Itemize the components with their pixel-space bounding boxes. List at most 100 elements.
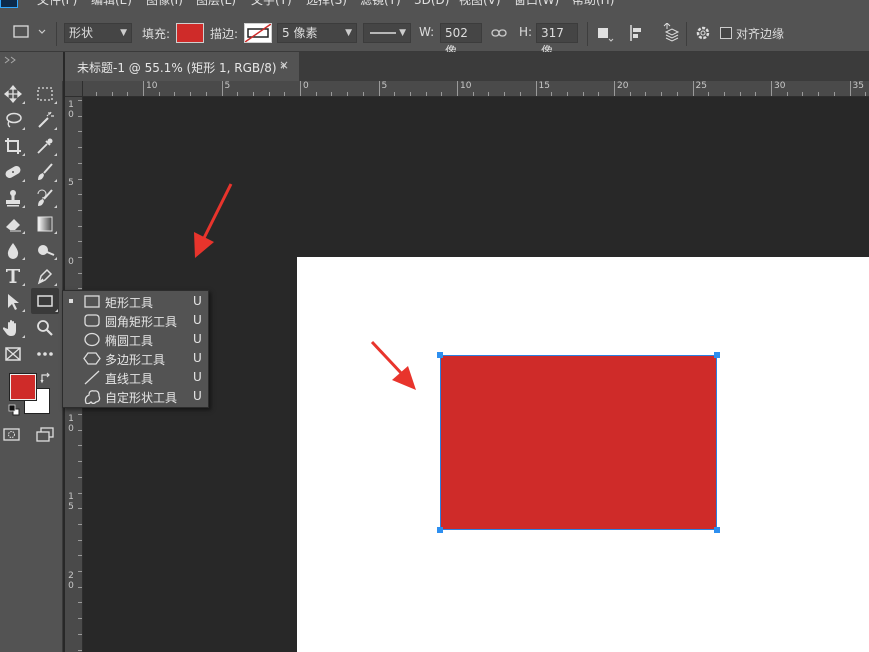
menu-file[interactable]: 文件(F): [37, 0, 77, 8]
stroke-type-select[interactable]: ▼: [363, 23, 411, 43]
document-tab-title: 未标题-1 @ 55.1% (矩形 1, RGB/8) *: [77, 61, 287, 75]
ruler-tick: [78, 131, 82, 133]
shape-mode-select[interactable]: 形状 ▼: [64, 23, 132, 43]
document-tab-bar: 未标题-1 @ 55.1% (矩形 1, RGB/8) * ×: [65, 52, 869, 81]
ruler-tick: [488, 92, 490, 96]
ruler-tick: [692, 81, 694, 96]
flyout-item-shortcut: U: [193, 389, 202, 403]
flyout-item-custom-shape-tool[interactable]: 自定形状工具 U: [63, 387, 208, 406]
stroke-width-field[interactable]: 5 像素 ▼: [277, 23, 357, 43]
zoom-tool[interactable]: [32, 316, 58, 340]
flyout-item-label: 自定形状工具: [105, 391, 178, 405]
path-selection-tool[interactable]: [0, 290, 26, 314]
path-arrangement-icon[interactable]: [660, 22, 680, 46]
ruler-label: 5: [381, 81, 388, 91]
move-icon: [4, 85, 22, 103]
height-field[interactable]: 317 像: [536, 23, 578, 58]
move-tool[interactable]: [0, 82, 26, 106]
eyedropper-tool[interactable]: [32, 134, 58, 158]
ruler-tick: [78, 555, 82, 557]
horizontal-ruler[interactable]: 10 5 0 5 10 15 20 25 30 35: [83, 81, 869, 97]
flyout-item-shortcut: U: [193, 294, 202, 308]
document-tab[interactable]: 未标题-1 @ 55.1% (矩形 1, RGB/8) * ×: [65, 52, 299, 81]
magic-wand-icon: [38, 111, 54, 128]
rectangle-shape-layer[interactable]: [437, 352, 720, 533]
healing-brush-tool[interactable]: [0, 160, 26, 184]
close-icon[interactable]: ×: [279, 58, 289, 72]
link-icon[interactable]: [491, 25, 507, 44]
ruler-tick: [78, 414, 82, 415]
ruler-label: 0: [303, 81, 309, 91]
ruler-tick: [78, 194, 82, 196]
fill-color-swatch[interactable]: [176, 23, 204, 43]
default-colors-icon[interactable]: [8, 404, 20, 416]
flyout-item-label: 多边形工具: [105, 353, 166, 367]
flyout-item-rectangle-tool[interactable]: 矩形工具 U: [63, 292, 208, 311]
gear-icon[interactable]: [694, 24, 712, 45]
gradient-tool[interactable]: [32, 212, 58, 236]
menu-select[interactable]: 选择(S): [306, 0, 347, 8]
menu-view[interactable]: 视图(V): [459, 0, 501, 8]
menu-window[interactable]: 窗口(W): [514, 0, 559, 8]
foreground-color-swatch[interactable]: [9, 373, 37, 401]
menu-bar: 文件(F) 编辑(E) 图像(I) 图层(L) 文字(Y) 选择(S) 滤镜(T…: [0, 0, 869, 8]
history-brush-tool[interactable]: [32, 186, 58, 210]
menu-layer[interactable]: 图层(L): [196, 0, 236, 8]
magic-wand-tool[interactable]: [32, 108, 58, 132]
ruler-origin[interactable]: [65, 81, 83, 97]
align-edges-checkbox[interactable]: [720, 27, 732, 39]
menu-image[interactable]: 图像(I): [146, 0, 183, 8]
hand-tool[interactable]: [0, 316, 26, 340]
collapse-panel-icon[interactable]: [4, 56, 18, 64]
type-tool[interactable]: [0, 264, 26, 288]
ruler-tick: [598, 92, 600, 96]
swap-colors-icon[interactable]: [40, 372, 52, 384]
path-alignment-icon[interactable]: [628, 24, 646, 45]
menu-help[interactable]: 帮助(H): [572, 0, 614, 8]
edit-toolbar-button[interactable]: [32, 342, 58, 366]
ruler-tick: [865, 92, 867, 96]
eraser-tool[interactable]: [0, 212, 26, 236]
stroke-swatch-icon: [244, 23, 272, 43]
lasso-tool[interactable]: [0, 108, 26, 132]
path-operations-icon[interactable]: [596, 24, 614, 45]
flyout-item-ellipse-tool[interactable]: 椭圆工具 U: [63, 330, 208, 349]
ruler-tick: [629, 92, 631, 96]
pen-tool[interactable]: [32, 264, 58, 288]
marquee-tool[interactable]: [32, 82, 58, 106]
transform-handle-bottom-left[interactable]: [437, 527, 443, 533]
menu-edit[interactable]: 编辑(E): [91, 0, 132, 8]
blur-tool[interactable]: [0, 238, 26, 262]
ruler-tick: [818, 92, 820, 96]
ruler-tick: [347, 92, 349, 96]
screen-mode-icon[interactable]: [36, 427, 56, 443]
menu-3d[interactable]: 3D(D): [414, 0, 449, 8]
menu-filter[interactable]: 滤镜(T): [360, 0, 401, 8]
transform-handle-top-right[interactable]: [714, 352, 720, 358]
ruler-tick: [614, 81, 615, 96]
ruler-tick: [78, 508, 82, 510]
flyout-item-polygon-tool[interactable]: 多边形工具 U: [63, 349, 208, 368]
quick-mask-icon[interactable]: [3, 427, 21, 443]
brush-tool[interactable]: [32, 160, 58, 184]
more-dots-icon: [37, 352, 53, 356]
crop-tool[interactable]: [0, 134, 26, 158]
flyout-item-line-tool[interactable]: 直线工具 U: [63, 368, 208, 387]
width-field[interactable]: 502 像: [440, 23, 482, 58]
dodge-tool[interactable]: [32, 238, 58, 262]
ruler-tick: [158, 92, 160, 96]
ruler-tick: [739, 92, 741, 96]
ruler-label: 30: [774, 81, 786, 91]
transform-handle-bottom-right[interactable]: [714, 527, 720, 533]
menu-type[interactable]: 文字(Y): [251, 0, 292, 8]
tool-preset-picker[interactable]: [10, 22, 50, 42]
transform-handle-top-left[interactable]: [437, 352, 443, 358]
flyout-item-rounded-rectangle-tool[interactable]: 圆角矩形工具 U: [63, 311, 208, 330]
stroke-color-swatch[interactable]: [244, 23, 272, 43]
clone-stamp-tool[interactable]: [0, 186, 26, 210]
hand-icon: [3, 320, 16, 336]
ruler-tick: [566, 92, 568, 96]
ruler-label: 10: [146, 81, 158, 91]
rectangle-tool[interactable]: [31, 288, 59, 314]
frame-tool[interactable]: [0, 342, 26, 366]
